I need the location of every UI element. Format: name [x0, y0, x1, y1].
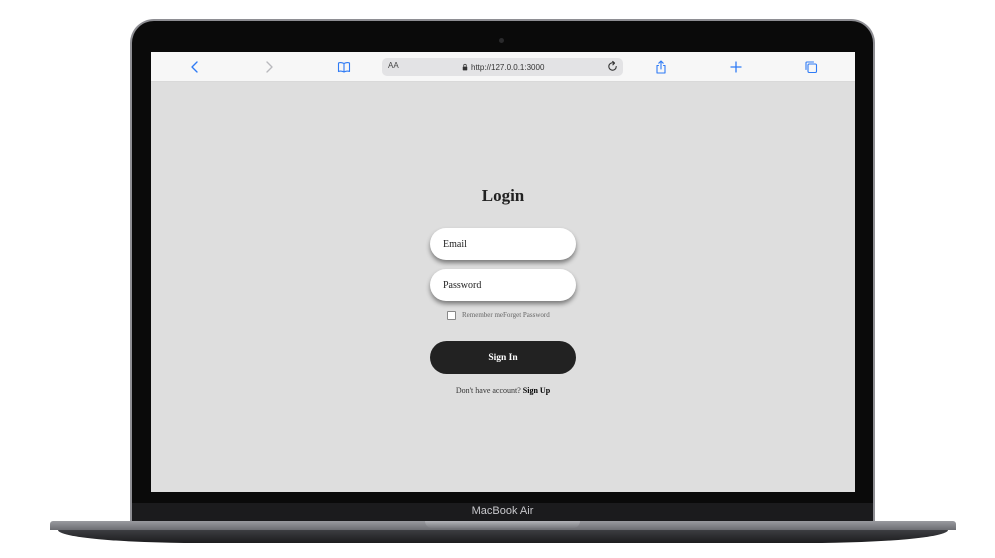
- reload-icon[interactable]: [606, 60, 619, 73]
- remember-me-label[interactable]: Remember me: [462, 311, 503, 319]
- laptop-mockup: AA http://127.0.0.1:3000 Login Email Rem…: [0, 0, 995, 558]
- laptop-base-bottom: [58, 530, 948, 543]
- lock-icon: [462, 63, 468, 71]
- bookmarks-icon[interactable]: [335, 58, 353, 76]
- url-text: http://127.0.0.1:3000: [471, 62, 545, 72]
- password-input[interactable]: [430, 269, 576, 301]
- new-tab-icon[interactable]: [727, 58, 745, 76]
- login-options-row: Remember me Forget Password: [447, 309, 550, 321]
- text-size-button[interactable]: AA: [388, 61, 399, 70]
- signup-prompt: Don't have account? Sign Up: [151, 386, 855, 395]
- tabs-icon[interactable]: [802, 58, 820, 76]
- sign-up-link[interactable]: Sign Up: [523, 386, 550, 395]
- back-icon[interactable]: [186, 58, 204, 76]
- no-account-text: Don't have account?: [455, 386, 521, 395]
- address-bar[interactable]: AA http://127.0.0.1:3000: [382, 58, 623, 76]
- login-title: Login: [481, 186, 525, 205]
- laptop-hinge-notch: [425, 521, 580, 528]
- sign-in-button[interactable]: Sign In: [430, 341, 576, 374]
- forward-icon[interactable]: [260, 58, 278, 76]
- email-input[interactable]: [430, 228, 576, 260]
- share-icon[interactable]: [652, 58, 670, 76]
- remember-me-checkbox[interactable]: [447, 310, 456, 320]
- camera-icon: [499, 38, 504, 43]
- device-label: MacBook Air: [471, 505, 534, 517]
- browser-screen: AA http://127.0.0.1:3000 Login Email Rem…: [151, 52, 855, 492]
- browser-toolbar: AA http://127.0.0.1:3000: [151, 52, 855, 82]
- forgot-password-link[interactable]: Forget Password: [503, 311, 550, 319]
